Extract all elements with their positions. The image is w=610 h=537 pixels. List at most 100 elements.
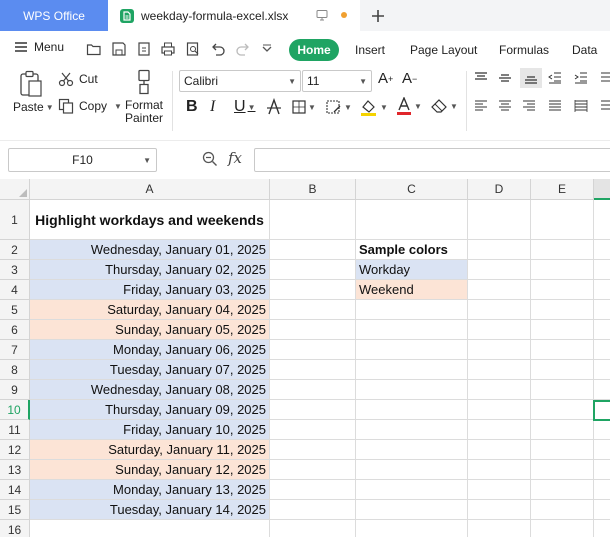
align-left-icon[interactable] <box>474 100 488 112</box>
underline-icon[interactable]: U ▼ <box>234 98 255 116</box>
cell[interactable] <box>356 500 468 520</box>
font-size-select[interactable]: 11 ▼ <box>302 70 372 92</box>
print-icon[interactable] <box>160 41 176 57</box>
cell[interactable] <box>356 480 468 500</box>
row-header-10[interactable]: 10 <box>0 400 30 420</box>
cell[interactable] <box>594 260 610 280</box>
legend-header-cell[interactable]: Sample colors <box>356 240 468 260</box>
cell[interactable] <box>531 360 594 380</box>
cell[interactable] <box>594 280 610 300</box>
row-header-13[interactable]: 13 <box>0 460 30 480</box>
sheet-title-cell[interactable]: Highlight workdays and weekends <box>30 200 270 240</box>
tab-home[interactable]: Home <box>289 39 339 61</box>
cell[interactable] <box>30 520 270 537</box>
cell[interactable] <box>594 420 610 440</box>
date-cell-workday[interactable]: Tuesday, January 14, 2025 <box>30 500 270 520</box>
cell[interactable] <box>531 520 594 537</box>
spreadsheet-grid[interactable]: A B C D E 1 Highlight workdays and weeken… <box>0 179 610 537</box>
cell[interactable] <box>468 300 531 320</box>
cell[interactable] <box>270 360 356 380</box>
save-icon[interactable] <box>111 41 127 57</box>
cell[interactable] <box>531 420 594 440</box>
cell[interactable] <box>531 320 594 340</box>
column-header-c[interactable]: C <box>356 179 468 200</box>
cell[interactable] <box>468 480 531 500</box>
new-tab-button[interactable] <box>368 6 388 26</box>
cell[interactable] <box>468 440 531 460</box>
cell[interactable] <box>356 440 468 460</box>
align-center-icon[interactable] <box>498 100 512 112</box>
row-header-14[interactable]: 14 <box>0 480 30 500</box>
cell[interactable] <box>270 520 356 537</box>
cell[interactable] <box>356 400 468 420</box>
increase-indent-icon[interactable] <box>574 72 588 84</box>
date-cell-weekend[interactable]: Sunday, January 05, 2025 <box>30 320 270 340</box>
decrease-indent-icon[interactable] <box>548 72 562 84</box>
row-header-6[interactable]: 6 <box>0 320 30 340</box>
date-cell-weekend[interactable]: Saturday, January 11, 2025 <box>30 440 270 460</box>
cell[interactable] <box>270 400 356 420</box>
undo-icon[interactable] <box>210 41 226 57</box>
cell[interactable] <box>356 520 468 537</box>
row-header-15[interactable]: 15 <box>0 500 30 520</box>
cell[interactable] <box>531 440 594 460</box>
align-middle-icon[interactable] <box>498 72 512 84</box>
date-cell-workday[interactable]: Wednesday, January 08, 2025 <box>30 380 270 400</box>
cell[interactable] <box>594 360 610 380</box>
distributed-icon[interactable] <box>574 100 588 112</box>
cell[interactable] <box>531 200 594 240</box>
cell[interactable] <box>356 420 468 440</box>
align-top-icon[interactable] <box>474 72 488 84</box>
cell[interactable] <box>531 500 594 520</box>
column-header-d[interactable]: D <box>468 179 531 200</box>
cell[interactable] <box>270 440 356 460</box>
cell[interactable] <box>468 520 531 537</box>
row-header-2[interactable]: 2 <box>0 240 30 260</box>
customize-chevron-icon[interactable] <box>261 41 277 57</box>
insert-function-icon[interactable]: fx <box>228 149 242 167</box>
cell[interactable] <box>594 200 610 240</box>
cell[interactable] <box>356 380 468 400</box>
formula-input[interactable] <box>254 148 610 172</box>
row-header-1[interactable]: 1 <box>0 200 30 240</box>
row-header-7[interactable]: 7 <box>0 340 30 360</box>
cell[interactable] <box>270 320 356 340</box>
selected-cell-f10[interactable] <box>593 400 610 421</box>
cell[interactable] <box>270 380 356 400</box>
bold-icon[interactable]: B <box>186 98 198 116</box>
row-header-4[interactable]: 4 <box>0 280 30 300</box>
cell[interactable] <box>468 280 531 300</box>
strikethrough-icon[interactable] <box>266 98 282 116</box>
cell[interactable] <box>356 340 468 360</box>
cell[interactable] <box>531 240 594 260</box>
cell-style-icon[interactable]: ▼ <box>326 100 352 114</box>
date-cell-workday[interactable]: Thursday, January 02, 2025 <box>30 260 270 280</box>
cut-button[interactable]: Cut <box>58 71 98 87</box>
cell[interactable] <box>468 400 531 420</box>
cell[interactable] <box>531 400 594 420</box>
italic-icon[interactable]: I <box>210 98 215 116</box>
tab-page-layout[interactable]: Page Layout <box>410 43 477 57</box>
cell[interactable] <box>468 200 531 240</box>
cell[interactable] <box>531 260 594 280</box>
cell[interactable] <box>356 200 468 240</box>
paste-button[interactable]: Paste ▼ <box>13 100 54 114</box>
cell[interactable] <box>468 500 531 520</box>
tab-data[interactable]: Data <box>572 43 597 57</box>
cell[interactable] <box>270 480 356 500</box>
format-painter-button[interactable]: Format Painter <box>125 99 163 125</box>
cell[interactable] <box>468 420 531 440</box>
legend-weekend-cell[interactable]: Weekend <box>356 280 468 300</box>
increase-font-icon[interactable]: A + <box>378 70 393 87</box>
cell[interactable] <box>270 340 356 360</box>
cell[interactable] <box>270 300 356 320</box>
cell[interactable] <box>531 340 594 360</box>
cell[interactable] <box>531 300 594 320</box>
row-header-9[interactable]: 9 <box>0 380 30 400</box>
column-header-a[interactable]: A <box>30 179 270 200</box>
export-icon[interactable] <box>136 41 152 57</box>
fill-color-icon[interactable]: ▼ <box>360 98 388 116</box>
row-header-12[interactable]: 12 <box>0 440 30 460</box>
column-header-f[interactable] <box>594 179 610 200</box>
cell[interactable] <box>594 320 610 340</box>
